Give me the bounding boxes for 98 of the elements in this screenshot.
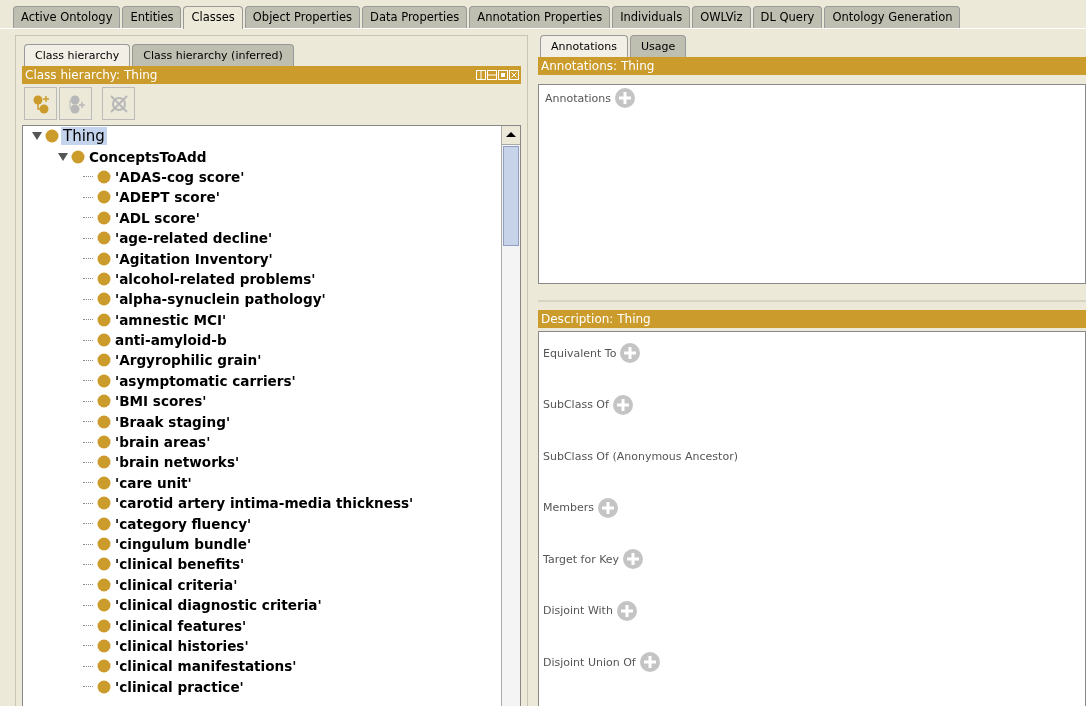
class-icon [97,475,111,490]
expanded-triangle-icon[interactable] [57,151,69,162]
tree-item[interactable]: 'alpha-synuclein pathology' [113,291,328,308]
section-label: Disjoint With [543,604,613,617]
scrollbar-thumb[interactable] [503,146,519,246]
add-subclass-button[interactable] [24,87,57,120]
class-icon [97,598,111,613]
section-label: Disjoint Union Of [543,655,636,669]
tree-item[interactable]: Thing [61,127,107,146]
main-tab[interactable]: Annotation Properties [469,6,611,28]
main-tab[interactable]: Object Properties [244,6,361,28]
tree-item[interactable]: 'carotid artery intima-media thickness' [113,495,416,512]
main-tab[interactable]: Entities [122,6,182,28]
split-horizontal-icon[interactable] [487,70,497,80]
class-icon [97,353,111,368]
class-icon [97,373,111,388]
class-icon [97,251,111,266]
tree-item[interactable]: 'clinical diagnostic criteria' [113,597,324,614]
main-tab[interactable]: DL Query [752,6,823,28]
tree-item[interactable]: 'asymptomatic carriers' [113,372,298,389]
class-icon [71,149,85,164]
view-title: Annotations: Thing [541,58,655,75]
tree-item[interactable]: 'care unit' [113,474,194,491]
tree-item[interactable]: 'clinical manifestations' [113,658,299,675]
main-tab[interactable]: Ontology Generation [824,6,961,28]
tree-item[interactable]: anti-amyloid-b [113,332,229,349]
tree-item[interactable]: 'alcohol-related problems' [113,270,318,287]
view-tab[interactable]: Usage [630,35,687,58]
class-icon [97,455,111,470]
class-icon [97,210,111,225]
section-label: SubClass Of [543,398,609,411]
view-tab[interactable]: Annotations [540,35,629,58]
tree-item[interactable]: 'ADEPT score' [113,189,222,206]
view-title: Class hierarchy: Thing [25,67,158,84]
close-icon[interactable] [509,70,519,80]
add-icon[interactable] [615,88,636,108]
class-icon [97,577,111,592]
tree-item[interactable]: 'Braak staging' [113,413,233,430]
class-icon [97,496,111,511]
class-icon [97,231,111,246]
view-title: Description: Thing [541,311,651,328]
class-icon [97,435,111,450]
tree-item[interactable]: 'ADL score' [113,209,202,226]
tree-item[interactable]: ConceptsToAdd [87,148,209,165]
tree-item[interactable]: 'category fluency' [113,515,254,532]
tree-item[interactable]: 'clinical criteria' [113,576,240,593]
section-label: Target for Key [543,552,620,566]
tree-item[interactable]: 'age-related decline' [113,230,275,247]
tree-item[interactable]: 'clinical practice' [113,678,246,695]
tree-item[interactable]: 'Agitation Inventory' [113,250,275,267]
tree-item[interactable]: 'clinical features' [113,617,249,634]
tree-item[interactable]: 'clinical benefits' [113,556,247,573]
class-icon [97,292,111,307]
tree-item[interactable]: 'BMI scores' [113,393,209,410]
add-icon[interactable] [620,343,641,363]
tree-item[interactable]: 'Argyrophilic grain' [113,352,264,369]
class-icon [97,516,111,531]
maximize-icon[interactable] [498,70,508,80]
view-tab[interactable]: Class hierarchy [24,44,131,67]
section-label: Annotations [545,91,612,105]
class-icon [97,333,111,348]
section-label: SubClass Of (Anonymous Ancestor) [543,449,738,463]
add-icon[interactable] [612,394,633,415]
class-icon [97,414,111,429]
main-tab[interactable]: Data Properties [362,6,468,28]
class-icon [97,659,111,674]
class-icon [97,169,111,184]
class-icon [97,312,111,327]
expanded-triangle-icon[interactable] [31,131,43,142]
add-icon[interactable] [639,652,660,672]
class-icon [97,394,111,409]
main-tab[interactable]: OWLViz [692,6,751,28]
add-icon[interactable] [623,549,644,569]
class-icon [97,679,111,694]
tree-item[interactable]: 'cingulum bundle' [113,536,254,552]
tree-item[interactable]: 'brain networks' [113,454,242,471]
split-vertical-icon[interactable] [476,70,486,80]
add-icon[interactable] [616,600,637,621]
add-icon[interactable] [598,497,618,518]
class-icon [97,271,111,286]
tree-item[interactable]: 'ADAS-cog score' [113,168,247,185]
class-icon [45,129,59,144]
section-label: Members [543,501,594,514]
scrollbar[interactable] [501,126,520,706]
section-label: Equivalent To [543,346,617,360]
class-icon [97,190,111,205]
main-tab[interactable]: Classes [183,6,243,29]
main-tab[interactable]: Active Ontology [13,6,121,28]
crossed-circle-icon [108,93,129,114]
class-icon [97,557,111,572]
tree-item[interactable]: 'amnestic MCI' [113,311,229,328]
main-tab[interactable]: Individuals [612,6,691,28]
class-icon [97,638,111,653]
class-icon [97,618,111,633]
tree-item[interactable]: 'brain areas' [113,434,213,451]
view-tab[interactable]: Class hierarchy (inferred) [132,44,294,67]
tree-item[interactable]: 'clinical histories' [113,637,251,654]
class-icon [97,537,111,551]
